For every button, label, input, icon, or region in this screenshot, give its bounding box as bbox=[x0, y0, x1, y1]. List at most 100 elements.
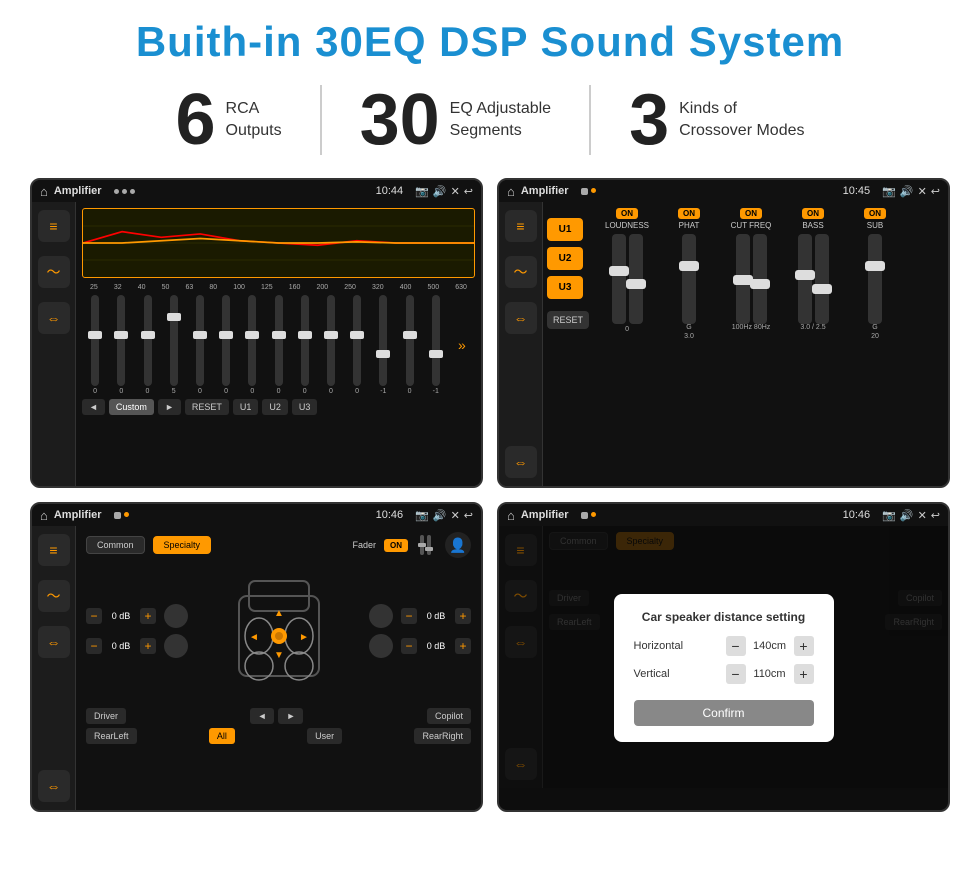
horizontal-minus-btn[interactable]: − bbox=[726, 636, 746, 656]
eq-thumb-12[interactable] bbox=[403, 331, 417, 339]
bass-thumb-1[interactable] bbox=[795, 270, 815, 280]
left-top-minus[interactable]: − bbox=[86, 608, 102, 624]
fader-sidebar-btn3[interactable]: ⇔ bbox=[38, 626, 70, 658]
fader-app-title: Amplifier bbox=[54, 509, 102, 521]
confirm-button[interactable]: Confirm bbox=[634, 700, 814, 726]
eq-track-10[interactable] bbox=[353, 295, 361, 386]
eq-thumb-11[interactable] bbox=[376, 350, 390, 358]
eq-thumb-10[interactable] bbox=[350, 331, 364, 339]
right-arrow-btn[interactable]: ► bbox=[278, 708, 303, 724]
copilot-btn[interactable]: Copilot bbox=[427, 708, 471, 724]
crossover-sidebar-btn2[interactable]: 〜 bbox=[505, 256, 537, 288]
back-icon-4: ↩ bbox=[931, 509, 940, 522]
horizontal-plus-btn[interactable]: + bbox=[794, 636, 814, 656]
right-top-plus[interactable]: + bbox=[455, 608, 471, 624]
eq-track-6[interactable] bbox=[248, 295, 256, 386]
eq-track-7[interactable] bbox=[275, 295, 283, 386]
eq-track-1[interactable] bbox=[117, 295, 125, 386]
eq-thumb-4[interactable] bbox=[193, 331, 207, 339]
vertical-plus-btn[interactable]: + bbox=[794, 664, 814, 684]
eq-track-0[interactable] bbox=[91, 295, 99, 386]
eq-val-7: 0 bbox=[277, 388, 281, 395]
left-arrow-btn[interactable]: ◄ bbox=[250, 708, 275, 724]
eq-track-5[interactable] bbox=[222, 295, 230, 386]
rearright-btn[interactable]: RearRight bbox=[414, 728, 471, 744]
feature-rca-number: 6 bbox=[176, 84, 216, 156]
eq-thumb-0[interactable] bbox=[88, 331, 102, 339]
eq-track-4[interactable] bbox=[196, 295, 204, 386]
bass-slider-1[interactable] bbox=[798, 234, 812, 324]
eq-track-11[interactable] bbox=[379, 295, 387, 386]
fader-sidebar-btn1[interactable]: ≡ bbox=[38, 534, 70, 566]
u1-btn[interactable]: U1 bbox=[547, 218, 583, 241]
eq-track-2[interactable] bbox=[144, 295, 152, 386]
eq-track-12[interactable] bbox=[406, 295, 414, 386]
bass-thumb-2[interactable] bbox=[812, 284, 832, 294]
driver-btn[interactable]: Driver bbox=[86, 708, 126, 724]
left-controls: − 0 dB + − 0 dB + bbox=[86, 604, 188, 658]
crossover-sidebar-btn3[interactable]: ⇔ bbox=[505, 302, 537, 334]
mini-thumb-2[interactable] bbox=[425, 547, 433, 551]
eq-thumb-13[interactable] bbox=[429, 350, 443, 358]
eq-play-btn[interactable]: ► bbox=[158, 399, 181, 415]
eq-thumb-3[interactable] bbox=[167, 313, 181, 321]
eq-track-3[interactable] bbox=[170, 295, 178, 386]
mini-slider-1[interactable] bbox=[420, 535, 424, 555]
left-bottom-minus[interactable]: − bbox=[86, 638, 102, 654]
eq-sidebar-btn2[interactable]: 〜 bbox=[38, 256, 70, 288]
cutfreq-slider-1[interactable] bbox=[736, 234, 750, 324]
phat-thumb-1[interactable] bbox=[679, 261, 699, 271]
rearleft-btn[interactable]: RearLeft bbox=[86, 728, 137, 744]
mini-slider-2[interactable] bbox=[427, 535, 431, 555]
eq-thumb-5[interactable] bbox=[219, 331, 233, 339]
u2-btn[interactable]: U2 bbox=[547, 247, 583, 270]
phat-slider-1[interactable] bbox=[682, 234, 696, 324]
fader-sidebar-btn2[interactable]: 〜 bbox=[38, 580, 70, 612]
fader-status-icons: 📷 🔊 ✕ ↩ bbox=[415, 509, 473, 522]
cutfreq-thumb-2[interactable] bbox=[750, 279, 770, 289]
eq-u3-btn[interactable]: U3 bbox=[292, 399, 318, 415]
u3-btn[interactable]: U3 bbox=[547, 276, 583, 299]
loudness-slider-2[interactable] bbox=[629, 234, 643, 324]
user-btn[interactable]: User bbox=[307, 728, 342, 744]
all-btn[interactable]: All bbox=[209, 728, 235, 744]
eq-thumb-9[interactable] bbox=[324, 331, 338, 339]
right-bottom-minus[interactable]: − bbox=[401, 638, 417, 654]
reset-btn[interactable]: RESET bbox=[547, 311, 589, 329]
eq-track-9[interactable] bbox=[327, 295, 335, 386]
eq-u1-btn[interactable]: U1 bbox=[233, 399, 259, 415]
bass-slider-2[interactable] bbox=[815, 234, 829, 324]
common-tab[interactable]: Common bbox=[86, 536, 145, 554]
vertical-minus-btn[interactable]: − bbox=[726, 664, 746, 684]
left-bottom-plus[interactable]: + bbox=[140, 638, 156, 654]
eq-track-13[interactable] bbox=[432, 295, 440, 386]
right-top-minus[interactable]: − bbox=[401, 608, 417, 624]
eq-thumb-8[interactable] bbox=[298, 331, 312, 339]
left-top-plus[interactable]: + bbox=[140, 608, 156, 624]
eq-prev-btn[interactable]: ◄ bbox=[82, 399, 105, 415]
loudness-thumb-1[interactable] bbox=[609, 266, 629, 276]
eq-slider-8: 0 bbox=[301, 295, 309, 395]
loudness-thumb-2[interactable] bbox=[626, 279, 646, 289]
eq-u2-btn[interactable]: U2 bbox=[262, 399, 288, 415]
cutfreq-slider-2[interactable] bbox=[753, 234, 767, 324]
eq-thumb-1[interactable] bbox=[114, 331, 128, 339]
eq-sidebar-btn3[interactable]: ⇔ bbox=[38, 302, 70, 334]
crossover-sidebar-btn1[interactable]: ≡ bbox=[505, 210, 537, 242]
crossover-sidebar-btn4[interactable]: ⇔ bbox=[505, 446, 537, 478]
loudness-slider-1[interactable] bbox=[612, 234, 626, 324]
fader-sidebar-btn4[interactable]: ⇔ bbox=[38, 770, 70, 802]
right-bottom-value: 0 dB bbox=[421, 641, 451, 651]
eq-thumb-6[interactable] bbox=[245, 331, 259, 339]
eq-track-8[interactable] bbox=[301, 295, 309, 386]
eq-thumb-2[interactable] bbox=[141, 331, 155, 339]
eq-custom-btn[interactable]: Custom bbox=[109, 399, 154, 415]
eq-reset-btn[interactable]: RESET bbox=[185, 399, 229, 415]
right-bottom-plus[interactable]: + bbox=[455, 638, 471, 654]
eq-sidebar-btn1[interactable]: ≡ bbox=[38, 210, 70, 242]
eq-thumb-7[interactable] bbox=[272, 331, 286, 339]
specialty-tab[interactable]: Specialty bbox=[153, 536, 212, 554]
sub-slider-1[interactable] bbox=[868, 234, 882, 324]
sub-thumb-1[interactable] bbox=[865, 261, 885, 271]
dialog-vertical-control: − 110cm + bbox=[726, 664, 814, 684]
